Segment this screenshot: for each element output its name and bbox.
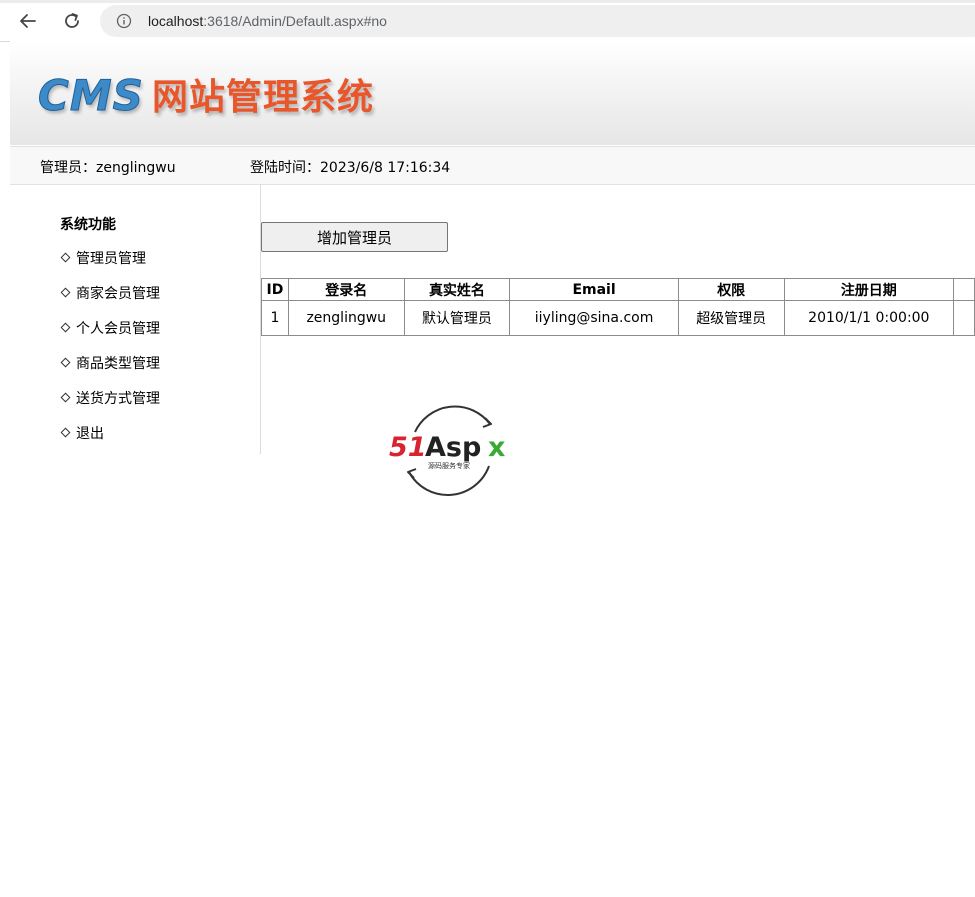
admin-name: 管理员：zenglingwu: [40, 160, 176, 176]
cms-logo: CMS: [38, 71, 144, 121]
tab-strip-edge: [0, 0, 975, 3]
table-header-row: ID 登录名 真实姓名 Email 权限 注册日期: [261, 278, 975, 301]
column-header-id: ID: [261, 278, 289, 301]
sidebar-item-label: 商品类型管理: [76, 356, 160, 372]
admin-table: ID 登录名 真实姓名 Email 权限 注册日期 1 zenglingwu 默…: [261, 278, 975, 336]
column-header-register-date: 注册日期: [783, 278, 955, 301]
table-row: 1 zenglingwu 默认管理员 iiyling@sina.com 超级管理…: [261, 300, 975, 336]
diamond-bullet-icon: [60, 357, 71, 368]
column-header-permission: 权限: [677, 278, 785, 301]
cell-actions: [953, 300, 975, 336]
svg-text:x: x: [488, 432, 505, 463]
column-header-real-name: 真实姓名: [403, 278, 511, 301]
cell-email: iiyling@sina.com: [509, 300, 679, 336]
sidebar-item-label: 管理员管理: [76, 251, 146, 267]
column-header-login-name: 登录名: [287, 278, 405, 301]
sidebar-item-label: 送货方式管理: [76, 391, 160, 407]
svg-text:51: 51: [389, 432, 427, 463]
cell-register-date: 2010/1/1 0:00:00: [783, 300, 955, 336]
site-banner: CMS 网站管理系统: [10, 41, 975, 145]
page: CMS 网站管理系统 管理员：zenglingwu 登陆时间：2023/6/8 …: [10, 41, 975, 897]
login-time: 登陆时间：2023/6/8 17:16:34: [250, 160, 451, 176]
cell-permission: 超级管理员: [677, 300, 785, 336]
add-admin-button[interactable]: 增加管理员: [261, 222, 448, 252]
address-bar[interactable]: localhost:3618/Admin/Default.aspx#no: [100, 5, 975, 37]
cell-login-name: zenglingwu: [287, 300, 405, 336]
url-text[interactable]: localhost:3618/Admin/Default.aspx#no: [148, 12, 387, 30]
sidebar-item-merchant-members[interactable]: 商家会员管理: [60, 283, 160, 303]
sidebar-item-label: 退出: [76, 426, 104, 442]
info-icon[interactable]: [116, 13, 132, 29]
site-title: 网站管理系统: [152, 77, 375, 118]
cell-id: 1: [261, 300, 289, 336]
diamond-bullet-icon: [60, 252, 71, 263]
sidebar: 系统功能 管理员管理 商家会员管理 个人会员管理 商品类型管理 送货方式管理 退…: [10, 184, 261, 454]
url-host: localhost: [148, 13, 204, 29]
svg-text:Asp: Asp: [425, 432, 481, 463]
sidebar-item-product-types[interactable]: 商品类型管理: [60, 353, 160, 373]
diamond-bullet-icon: [60, 392, 71, 403]
cell-real-name: 默认管理员: [403, 300, 511, 336]
browser-toolbar: localhost:3618/Admin/Default.aspx#no: [0, 0, 975, 42]
sidebar-item-label: 个人会员管理: [76, 321, 160, 337]
diamond-bullet-icon: [60, 287, 71, 298]
sidebar-item-admin-management[interactable]: 管理员管理: [60, 248, 146, 268]
sidebar-title: 系统功能: [60, 217, 116, 233]
sidebar-item-logout[interactable]: 退出: [60, 423, 104, 443]
diamond-bullet-icon: [60, 322, 71, 333]
url-path: :3618/Admin/Default.aspx#no: [203, 13, 387, 29]
back-button[interactable]: [14, 7, 42, 35]
diamond-bullet-icon: [60, 427, 71, 438]
sidebar-item-delivery-methods[interactable]: 送货方式管理: [60, 388, 160, 408]
sidebar-item-label: 商家会员管理: [76, 286, 160, 302]
reload-icon: [65, 13, 79, 28]
sidebar-item-personal-members[interactable]: 个人会员管理: [60, 318, 160, 338]
column-header-email: Email: [509, 278, 679, 301]
arrow-left-icon: [20, 14, 36, 28]
watermark-tagline: 源码服务专家: [428, 461, 470, 470]
column-header-actions: [953, 278, 975, 301]
admin-info-bar: 管理员：zenglingwu 登陆时间：2023/6/8 17:16:34: [10, 146, 975, 185]
51aspx-watermark-logo: 51 Asp x 源码服务专家: [389, 405, 505, 496]
reload-button[interactable]: [58, 7, 86, 35]
